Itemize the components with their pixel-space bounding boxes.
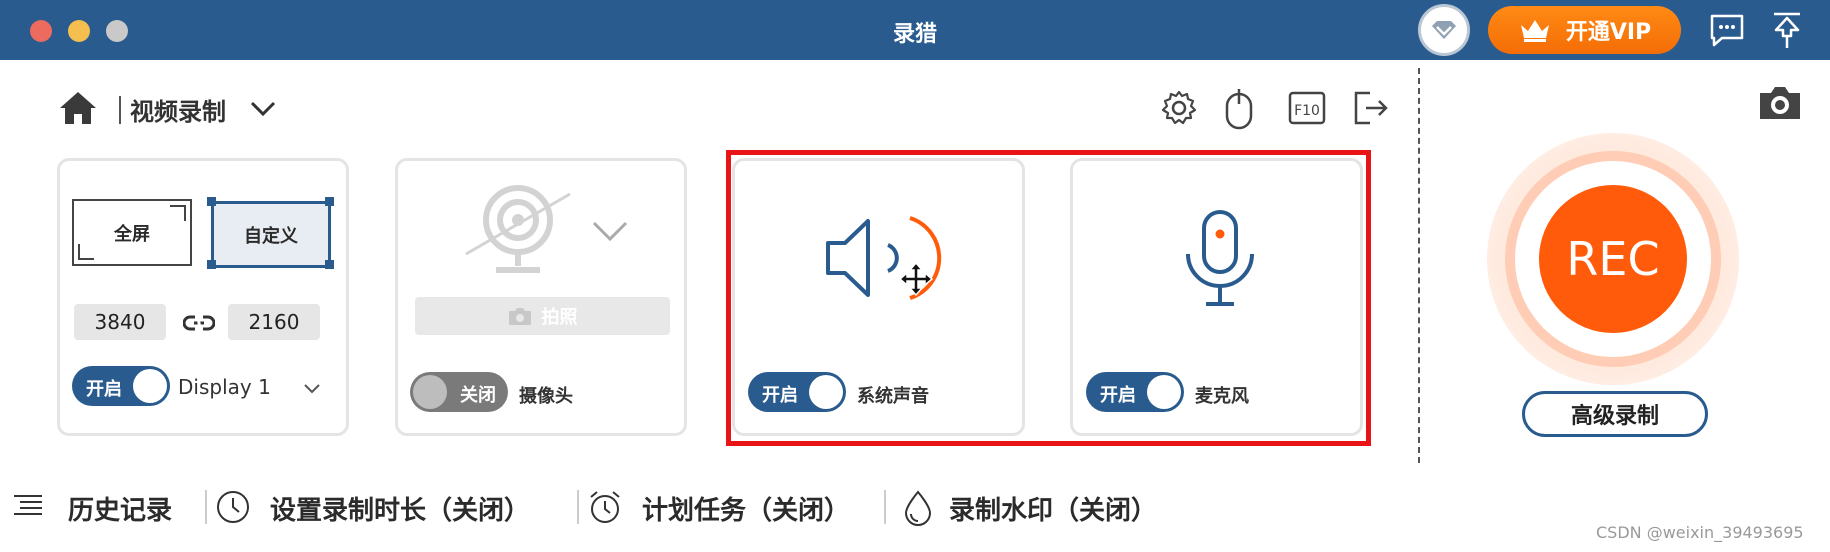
chevron-down-icon[interactable] xyxy=(303,383,321,395)
bottom-divider xyxy=(205,490,207,524)
custom-area-label: 自定义 xyxy=(244,225,298,247)
take-photo-label: 拍照 xyxy=(541,307,578,328)
camera-label: 摄像头 xyxy=(519,386,573,407)
bottom-divider xyxy=(884,490,886,524)
vip-label: 开通VIP xyxy=(1565,20,1652,45)
pin-icon[interactable] xyxy=(1770,10,1804,50)
fullscreen-label: 全屏 xyxy=(114,223,150,245)
hotkey-f10-icon[interactable]: F10 xyxy=(1288,88,1326,128)
resize-handle[interactable] xyxy=(207,197,216,206)
water-drop-icon[interactable] xyxy=(903,490,933,526)
diamond-icon xyxy=(1432,21,1456,39)
toggle-label: 关闭 xyxy=(460,385,496,406)
crown-icon xyxy=(1520,20,1549,42)
credit-text: CSDN @weixin_39493695 xyxy=(1596,523,1804,542)
screen-record-toggle[interactable]: 开启 xyxy=(72,366,170,406)
link-ratio-icon[interactable] xyxy=(183,309,215,337)
svg-text:F10: F10 xyxy=(1294,103,1320,119)
toggle-knob xyxy=(413,375,447,409)
history-link[interactable]: 历史记录 xyxy=(68,490,172,527)
corner-icon xyxy=(78,244,94,260)
exit-icon[interactable] xyxy=(1352,88,1390,128)
screenshot-camera-icon[interactable] xyxy=(1757,84,1803,122)
mode-divider xyxy=(119,96,121,124)
title-bar: 录猎 开通VIP xyxy=(0,0,1830,60)
open-vip-button[interactable]: 开通VIP xyxy=(1488,6,1681,54)
advanced-record-button[interactable]: 高级录制 xyxy=(1522,391,1708,437)
resize-handle[interactable] xyxy=(325,260,334,269)
dashed-divider xyxy=(1418,68,1420,463)
camera-toggle[interactable]: 关闭 xyxy=(410,372,508,412)
mode-title[interactable]: 视频录制 xyxy=(130,92,226,127)
resize-handle[interactable] xyxy=(207,260,216,269)
watermark-link[interactable]: 录制水印（关闭） xyxy=(949,490,1157,527)
toggle-label: 开启 xyxy=(86,379,122,400)
home-icon[interactable] xyxy=(58,90,98,126)
diamond-button[interactable] xyxy=(1418,4,1470,56)
settings-gear-icon[interactable] xyxy=(1160,88,1198,128)
corner-icon xyxy=(170,205,186,221)
display-select[interactable]: Display 1 xyxy=(178,375,271,399)
rec-button[interactable]: REC xyxy=(1539,185,1687,333)
mouse-icon[interactable] xyxy=(1224,88,1254,130)
resize-handle[interactable] xyxy=(325,197,334,206)
webcam-disabled-icon xyxy=(465,185,571,273)
highlight-box xyxy=(726,150,1371,446)
height-input[interactable]: 2160 xyxy=(228,304,320,340)
chevron-down-icon[interactable] xyxy=(591,220,629,244)
clock-icon[interactable] xyxy=(216,490,250,524)
camera-icon xyxy=(508,308,531,325)
schedule-task-link[interactable]: 计划任务（关闭） xyxy=(642,490,850,527)
take-photo-button[interactable]: 拍照 xyxy=(415,297,670,335)
alarm-clock-icon[interactable] xyxy=(588,490,622,524)
chevron-down-icon[interactable] xyxy=(249,100,277,118)
fullscreen-button[interactable]: 全屏 xyxy=(72,199,192,266)
set-duration-link[interactable]: 设置录制时长（关闭） xyxy=(270,490,530,527)
toggle-knob xyxy=(133,369,167,403)
list-icon[interactable] xyxy=(12,490,44,522)
message-icon[interactable] xyxy=(1708,12,1746,48)
width-input[interactable]: 3840 xyxy=(74,304,166,340)
custom-area-button[interactable]: 自定义 xyxy=(211,201,331,268)
bottom-divider xyxy=(577,490,579,524)
